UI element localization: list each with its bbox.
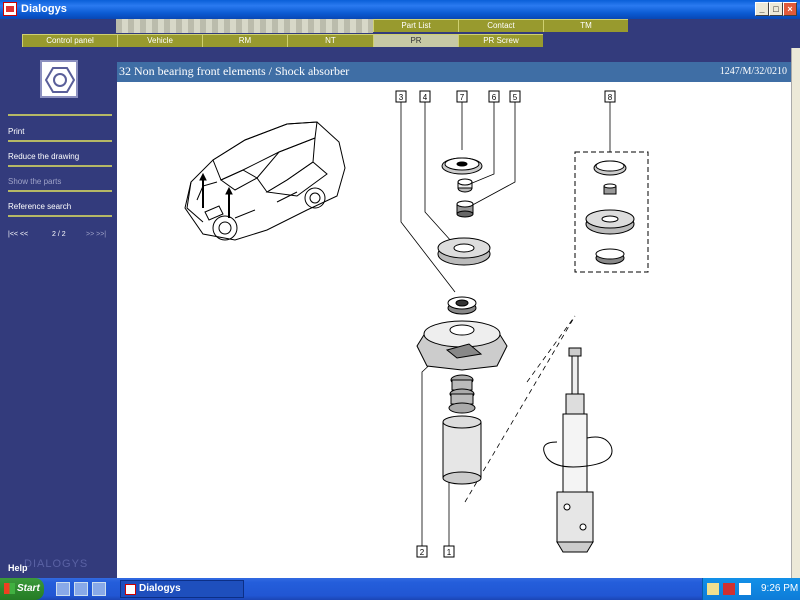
sidebar-separator: [8, 215, 112, 217]
callout-label-8: 8: [608, 93, 613, 102]
part-4-rubber-mount: [437, 237, 491, 266]
ie-quicklaunch-icon[interactable]: [56, 582, 70, 596]
tray-network-icon[interactable]: [739, 583, 751, 595]
windows-flag-icon: [4, 583, 15, 594]
drawing-code: 1247/M/32/0210: [719, 66, 787, 77]
sidebar-reference-search[interactable]: Reference search: [8, 202, 112, 211]
sidebar-separator: [8, 190, 112, 192]
car-illustration: [184, 121, 346, 241]
content-header: 32 Non bearing front elements / Shock ab…: [117, 62, 791, 82]
part-8-kit: [585, 160, 635, 265]
sidebar-separator: [8, 114, 112, 116]
pager-first-prev[interactable]: |<< <<: [8, 231, 28, 238]
callout-label-3: 3: [399, 93, 404, 102]
taskbar: Start Dialogys 9:26 PM: [0, 578, 800, 600]
menu-control-panel[interactable]: Control panel: [22, 34, 117, 47]
shock-absorber-strut: [543, 347, 613, 553]
maximize-button[interactable]: □: [769, 2, 783, 16]
system-tray: 9:26 PM: [702, 578, 800, 600]
callout-label-2: 2: [420, 548, 425, 557]
callout-label-7: 7: [460, 93, 465, 102]
menu-tm[interactable]: TM: [543, 19, 628, 32]
vertical-scrollbar[interactable]: [791, 48, 800, 578]
hex-nut-icon: [40, 60, 78, 98]
app-window: Dialogys _ □ × Part List Contact TM Cont…: [0, 0, 800, 600]
part-1-bump-stop: [442, 374, 482, 485]
sidebar-reduce-drawing[interactable]: Reduce the drawing: [8, 152, 112, 161]
part-3-bearing: [447, 296, 477, 315]
menu-rm[interactable]: RM: [202, 34, 287, 47]
part-6-nut: [457, 178, 473, 193]
menu-contact[interactable]: Contact: [458, 19, 543, 32]
desktop-quicklaunch-icon[interactable]: [74, 582, 88, 596]
window-title: Dialogys: [21, 3, 67, 15]
sidebar-separator: [8, 140, 112, 142]
taskbar-dialogys-button[interactable]: Dialogys: [120, 580, 244, 598]
menu-nt[interactable]: NT: [287, 34, 373, 47]
part-2-spring-cup: [416, 320, 508, 371]
pager-next-last: >> >>|: [86, 231, 107, 238]
sidebar-show-parts: Show the parts: [8, 177, 62, 186]
start-button[interactable]: Start: [0, 578, 44, 600]
close-button[interactable]: ×: [783, 2, 797, 16]
part-7-bearing-cup: [441, 157, 483, 175]
tray-app-icon[interactable]: [723, 583, 735, 595]
content-top-band: [117, 48, 791, 62]
dialogys-brand-watermark: DIALOGYS: [24, 558, 89, 570]
callout-label-1: 1: [447, 548, 452, 557]
taskbar-dialogys-label: Dialogys: [139, 583, 181, 594]
menu-decoration: [116, 19, 373, 33]
menu-band: Part List Contact TM Control panel Vehic…: [0, 19, 800, 48]
help-link[interactable]: Help: [8, 563, 28, 573]
sidebar-separator: [8, 165, 112, 167]
menu-vehicle[interactable]: Vehicle: [117, 34, 202, 47]
menu-part-list[interactable]: Part List: [373, 19, 458, 32]
exploded-drawing: 3 4 7 6 5 8 2 1: [117, 82, 791, 578]
start-label: Start: [17, 583, 40, 594]
taskbar-clock: 9:26 PM: [761, 583, 799, 594]
callout-label-4: 4: [423, 93, 428, 102]
callout-label-6: 6: [492, 93, 497, 102]
drawing-canvas: 3 4 7 6 5 8 2 1: [184, 90, 649, 558]
pager-page-number: 2 / 2: [52, 231, 66, 238]
dialogys-app-icon: [125, 584, 136, 595]
minimize-button[interactable]: _: [755, 2, 769, 16]
page-title: 32 Non bearing front elements / Shock ab…: [119, 64, 350, 78]
callout-label-5: 5: [513, 93, 518, 102]
media-quicklaunch-icon[interactable]: [92, 582, 106, 596]
sidebar-print[interactable]: Print: [8, 127, 112, 136]
title-bar[interactable]: Dialogys _ □ ×: [0, 0, 800, 19]
dialogys-app-icon: [3, 2, 17, 16]
speaker-icon[interactable]: [707, 583, 719, 595]
left-sidebar: Print Reduce the drawing Show the parts …: [0, 48, 117, 578]
part-5-washer: [456, 200, 474, 218]
menu-pr[interactable]: PR: [373, 34, 458, 47]
menu-pr-screw[interactable]: PR Screw: [458, 34, 543, 47]
